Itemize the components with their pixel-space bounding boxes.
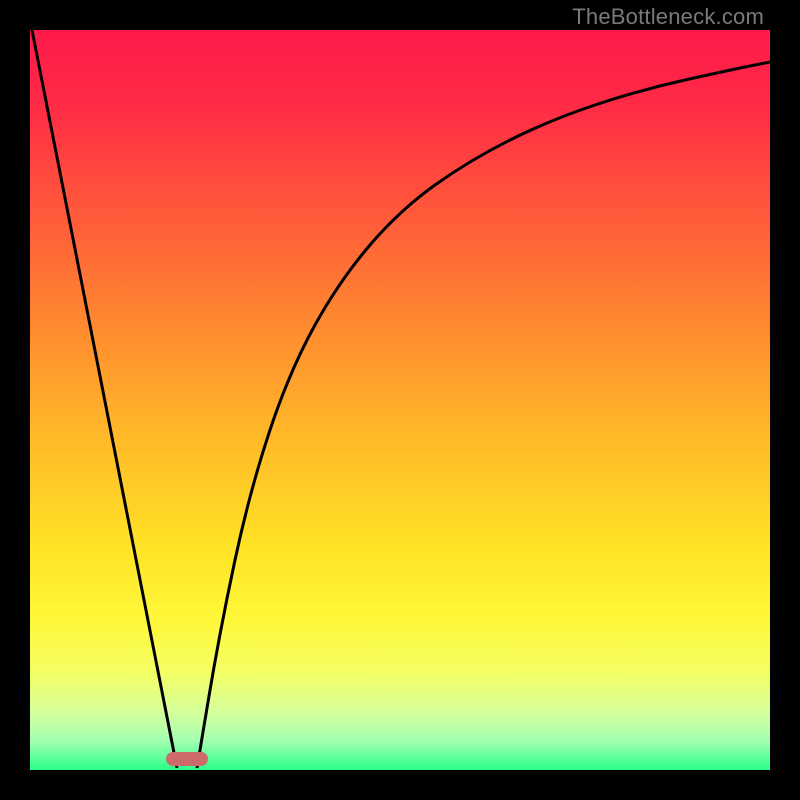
- watermark-text: TheBottleneck.com: [572, 4, 764, 30]
- bottleneck-curve: [30, 30, 770, 770]
- curve-right-segment: [197, 62, 770, 768]
- optimal-marker: [166, 752, 208, 766]
- plot-area: [30, 30, 770, 770]
- curve-left-segment: [32, 30, 177, 768]
